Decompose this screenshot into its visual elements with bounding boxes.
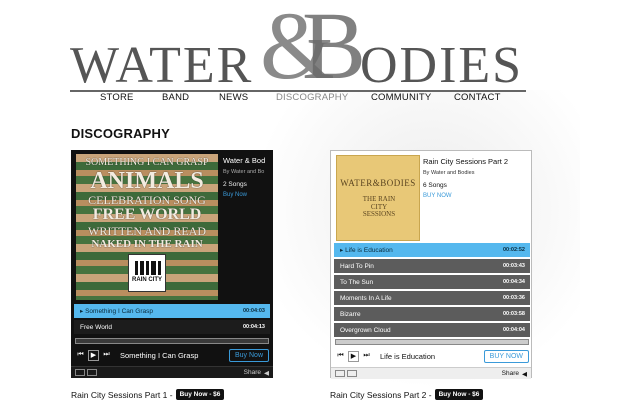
- track-list-2: ▸ Life is Education 00:02:52 Hard To Pin…: [334, 243, 530, 339]
- track-row[interactable]: Overgrown Cloud 00:04:04: [334, 323, 530, 337]
- nav-community[interactable]: COMMUNITY: [371, 92, 431, 103]
- track-duration: 00:04:03: [242, 308, 265, 314]
- progress-bar[interactable]: [335, 339, 529, 345]
- cover-line: NAKED IN THE RAIN: [91, 238, 203, 250]
- logo-text-right: ODIES: [360, 37, 524, 94]
- logo-text-left: WATER: [70, 37, 254, 94]
- buy-now-button[interactable]: BUY NOW: [483, 349, 529, 363]
- track-list-1: ▸ Something I Can Grasp 00:04:03 Free Wo…: [74, 304, 270, 336]
- track-duration: 00:04:34: [502, 279, 525, 285]
- album-caption-2: Rain City Sessions Part 2 - Buy Now - $6: [330, 389, 484, 400]
- skyline-icon: [135, 261, 161, 275]
- main-nav: STORE BAND NEWS DISCOGRAPHY COMMUNITY CO…: [70, 92, 530, 108]
- play-icon[interactable]: ▶: [348, 350, 359, 362]
- cover-line: WRITTEN AND READ: [88, 224, 206, 238]
- track-row[interactable]: ▸ Something I Can Grasp 00:04:03: [74, 304, 270, 318]
- album-caption-1: Rain City Sessions Part 1 - Buy Now - $6: [71, 389, 225, 400]
- track-duration: 00:03:58: [502, 311, 525, 317]
- album-cover-2[interactable]: WATER&BODIES THE RAIN CITY SESSIONS: [336, 155, 420, 241]
- caption-text: Rain City Sessions Part 1 -: [71, 389, 173, 400]
- track-row[interactable]: Moments In A Life 00:03:36: [334, 291, 530, 305]
- song-count: 6 Songs: [423, 182, 447, 189]
- track-duration: 00:03:43: [502, 263, 525, 269]
- album-info-2: Rain City Sessions Part 2 By Water and B…: [423, 157, 531, 199]
- site-logo[interactable]: WATER & B ODIES: [70, 0, 530, 94]
- track-name: ▸ Something I Can Grasp: [80, 308, 154, 315]
- page-title: DISCOGRAPHY: [71, 126, 170, 141]
- caption-text: Rain City Sessions Part 2 -: [330, 389, 432, 400]
- track-name: Moments In A Life: [340, 294, 392, 302]
- volume-icon[interactable]: ◀: [264, 369, 269, 377]
- volume-icon[interactable]: ◀: [522, 370, 527, 378]
- player-controls: ⏮ ▶ ⏭ Something I Can Grasp Buy Now: [75, 348, 269, 362]
- nav-band[interactable]: BAND: [162, 92, 189, 103]
- album-artist: By Water and Bodies: [423, 170, 475, 176]
- now-playing: Something I Can Grasp: [120, 350, 199, 360]
- list-view-icon[interactable]: [75, 369, 85, 376]
- nav-contact[interactable]: CONTACT: [454, 92, 501, 103]
- track-duration: 00:02:52: [502, 247, 525, 253]
- grid-view-icon[interactable]: [347, 370, 357, 377]
- track-name: Bizarre: [340, 310, 361, 318]
- track-duration: 00:03:36: [502, 295, 525, 301]
- buy-now-link[interactable]: BUY NOW: [423, 193, 531, 199]
- track-row[interactable]: To The Sun 00:04:34: [334, 275, 530, 289]
- track-duration: 00:04:04: [502, 327, 525, 333]
- progress-bar[interactable]: [75, 338, 269, 344]
- player-controls: ⏮ ▶ ⏭ Life is Education BUY NOW: [335, 349, 529, 363]
- track-name: ▸ Life is Education: [340, 247, 393, 254]
- album-title: Water & Bod: [223, 156, 266, 165]
- nav-discography[interactable]: DISCOGRAPHY: [276, 92, 348, 103]
- player-footer: Share ◀: [71, 366, 273, 378]
- now-playing: Life is Education: [380, 351, 436, 361]
- nav-news[interactable]: NEWS: [219, 92, 248, 103]
- buy-now-button[interactable]: Buy Now: [228, 348, 269, 362]
- cover-line: ANIMALS: [90, 168, 204, 194]
- album-player-1: SOMETHING I CAN GRASP ANIMALS CELEBRATIO…: [71, 150, 273, 378]
- badge-label: RAIN CITY: [132, 277, 162, 283]
- track-row[interactable]: Free World 00:04:13: [74, 320, 270, 334]
- track-row[interactable]: Hard To Pin 00:03:43: [334, 259, 530, 273]
- track-name: Hard To Pin: [340, 262, 374, 270]
- cover-line: CELEBRATION SONG: [88, 193, 206, 207]
- logo-ampersand-b: B: [302, 0, 367, 99]
- rain-city-logo: RAIN CITY: [128, 254, 166, 292]
- buy-now-link[interactable]: Buy Now: [223, 192, 271, 198]
- play-icon[interactable]: ▶: [88, 349, 99, 361]
- previous-icon[interactable]: ⏮: [75, 350, 86, 361]
- cover-line: FREE WORLD: [92, 206, 202, 223]
- track-duration: 00:04:13: [242, 324, 265, 330]
- nav-store[interactable]: STORE: [100, 92, 134, 103]
- album-cover-1[interactable]: SOMETHING I CAN GRASP ANIMALS CELEBRATIO…: [76, 154, 218, 300]
- grid-view-icon[interactable]: [87, 369, 97, 376]
- caption-buy-button[interactable]: Buy Now - $6: [175, 389, 225, 400]
- cover-title: WATER&BODIES: [340, 178, 416, 188]
- next-icon[interactable]: ⏭: [101, 350, 112, 361]
- album-info-1: Water & Bod By Water and Bo 2 Songs Buy …: [223, 156, 271, 198]
- cover-line: SOMETHING I CAN GRASP: [85, 157, 209, 168]
- player-footer: Share ◀: [331, 367, 531, 379]
- share-link[interactable]: Share: [502, 370, 519, 377]
- cover-subtitle: THE RAIN CITY SESSIONS: [362, 195, 396, 219]
- track-name: Overgrown Cloud: [340, 326, 391, 334]
- track-row[interactable]: Bizarre 00:03:58: [334, 307, 530, 321]
- next-icon[interactable]: ⏭: [361, 351, 372, 362]
- album-player-2: WATER&BODIES THE RAIN CITY SESSIONS Rain…: [330, 150, 532, 379]
- album-title: Rain City Sessions Part 2: [423, 157, 509, 166]
- track-name: Free World: [80, 323, 113, 331]
- previous-icon[interactable]: ⏮: [335, 351, 346, 362]
- share-link[interactable]: Share: [244, 369, 261, 376]
- caption-buy-button[interactable]: Buy Now - $6: [434, 389, 484, 400]
- song-count: 2 Songs: [223, 181, 247, 188]
- track-name: To The Sun: [340, 278, 374, 286]
- album-artist: By Water and Bo: [223, 169, 265, 175]
- list-view-icon[interactable]: [335, 370, 345, 377]
- track-row[interactable]: ▸ Life is Education 00:02:52: [334, 243, 530, 257]
